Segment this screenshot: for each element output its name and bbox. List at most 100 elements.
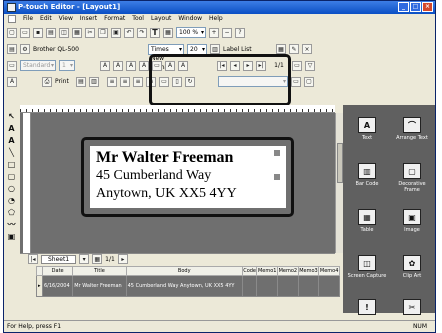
layout-frame-icon[interactable]: ▢ xyxy=(304,76,314,87)
database-icon[interactable]: ▦ xyxy=(72,27,82,38)
table-row[interactable]: ▸ 6/16/2004 Mr Walter Freeman 45 Cumberl… xyxy=(36,275,340,297)
database-edit-icon[interactable]: ✎ xyxy=(289,44,299,54)
arrow-tool-icon[interactable]: ↖ xyxy=(6,111,17,121)
select-icon[interactable]: A xyxy=(7,76,17,87)
menu-window[interactable]: Window xyxy=(178,14,202,24)
panel-screen-capture[interactable]: ◫ Screen Capture xyxy=(346,251,388,295)
panel-text[interactable]: A Text xyxy=(346,113,388,157)
title-cell[interactable]: Mr Walter Freeman xyxy=(72,275,127,297)
panel-arrange-text[interactable]: ⌒ Arrange Text xyxy=(391,113,433,157)
print-settings-icon[interactable]: ▥ xyxy=(89,76,99,87)
sheet-menu-icon[interactable]: ▾ xyxy=(79,254,90,264)
sheet-grid-icon[interactable]: ▦ xyxy=(92,254,103,264)
preview-icon[interactable]: ◫ xyxy=(59,27,69,38)
panel-table[interactable]: ▦ Table xyxy=(346,205,388,249)
underline-a-icon[interactable]: A xyxy=(126,60,136,71)
print-options-icon[interactable]: ▤ xyxy=(76,76,86,87)
column-header[interactable]: Date xyxy=(41,266,74,276)
panel-more[interactable]: ✂ xyxy=(391,295,433,315)
polygon-tool-icon[interactable]: ⬠ xyxy=(6,207,17,217)
line-tool-icon[interactable]: ╲ xyxy=(6,147,17,157)
column-header[interactable]: Memo3 xyxy=(297,266,320,276)
undo-icon[interactable]: ↶ xyxy=(124,27,134,38)
date-cell[interactable]: 6/16/2004 xyxy=(41,275,74,297)
menu-insert[interactable]: Insert xyxy=(80,14,97,24)
database-close-icon[interactable]: × xyxy=(302,44,312,54)
panel-clip-art[interactable]: ✿ Clip Art xyxy=(391,251,433,295)
text-tool-icon[interactable]: A xyxy=(6,123,17,133)
database-connect-icon[interactable]: ▦ xyxy=(276,44,286,54)
panel-decorative-frame[interactable]: ▢ Decorative Frame xyxy=(391,159,433,203)
vertical-scrollbar[interactable] xyxy=(335,113,343,253)
column-header[interactable]: Title xyxy=(72,266,127,276)
ellipse-tool-icon[interactable]: ○ xyxy=(6,183,17,193)
help-icon[interactable]: ? xyxy=(235,27,245,38)
code-cell[interactable] xyxy=(241,275,258,297)
redo-icon[interactable]: ↷ xyxy=(137,27,147,38)
cut-icon[interactable]: ✂ xyxy=(85,27,95,38)
copy-icon[interactable]: ❐ xyxy=(98,27,108,38)
print-preview-icon[interactable]: ⎙ xyxy=(42,76,52,87)
first-sheet-icon[interactable]: |◂ xyxy=(28,254,38,264)
rectangle-tool-icon[interactable]: □ xyxy=(6,159,17,169)
save-icon[interactable]: ▪ xyxy=(33,27,43,38)
arc-tool-icon[interactable]: ◔ xyxy=(6,195,17,205)
menu-layout[interactable]: Layout xyxy=(151,14,171,24)
memo1-cell[interactable] xyxy=(256,275,279,297)
open-icon[interactable]: ▭ xyxy=(20,27,30,38)
panel-image[interactable]: ▣ Image xyxy=(391,205,433,249)
next-sheet-icon[interactable]: ▸ xyxy=(117,254,128,264)
label-list-icon[interactable]: ▥ xyxy=(210,44,220,54)
print-button[interactable]: Print xyxy=(55,78,73,85)
new-icon[interactable]: ▢ xyxy=(7,27,17,38)
zoom-in-icon[interactable]: + xyxy=(209,27,219,38)
layout-icon[interactable]: ▭ xyxy=(291,76,301,87)
font-size-select[interactable]: 20 xyxy=(187,43,207,55)
label-list-label[interactable]: Label List xyxy=(223,46,273,53)
frame-tool-icon[interactable]: ▣ xyxy=(6,231,17,241)
table-icon[interactable]: ▦ xyxy=(163,27,173,38)
menu-view[interactable]: View xyxy=(59,14,73,24)
paste-icon[interactable]: ▣ xyxy=(111,27,121,38)
paper-select[interactable]: Standard xyxy=(20,60,56,71)
panel-bar-code[interactable]: ▥ Bar Code xyxy=(346,159,388,203)
maximize-button[interactable]: □ xyxy=(410,2,421,12)
align-center-icon[interactable]: ≡ xyxy=(120,76,130,87)
column-header[interactable]: Memo1 xyxy=(256,266,279,276)
zoom-out-icon[interactable]: − xyxy=(222,27,232,38)
font-name-select[interactable]: Times New Roman xyxy=(148,43,184,71)
menu-file[interactable]: File xyxy=(23,14,33,24)
print-icon[interactable]: ▤ xyxy=(46,27,56,38)
close-button[interactable]: × xyxy=(422,2,433,12)
document-icon[interactable] xyxy=(8,15,16,23)
vertical-text-tool-icon[interactable]: A xyxy=(6,135,17,145)
record-search-icon[interactable]: ▭ xyxy=(292,60,302,71)
minimize-button[interactable]: _ xyxy=(398,2,409,12)
menu-format[interactable]: Format xyxy=(104,14,125,24)
rounded-rectangle-tool-icon[interactable]: ▢ xyxy=(6,171,17,181)
column-header[interactable]: Code xyxy=(241,266,258,276)
italic-a-icon[interactable]: A xyxy=(113,60,123,71)
curve-tool-icon[interactable]: 〰 xyxy=(6,219,17,229)
menu-edit[interactable]: Edit xyxy=(40,14,52,24)
menu-help[interactable]: Help xyxy=(209,14,223,24)
panel-symbol[interactable]: ! xyxy=(346,295,388,315)
printer-setup-icon[interactable]: ⚙ xyxy=(20,44,30,54)
align-right-icon[interactable]: ≡ xyxy=(133,76,143,87)
align-left-icon[interactable]: ≡ xyxy=(107,76,117,87)
column-header[interactable]: Memo2 xyxy=(277,266,299,276)
column-header[interactable]: Memo4 xyxy=(318,266,340,276)
bold-a-icon[interactable]: A xyxy=(100,60,110,71)
filter-icon[interactable]: ▽ xyxy=(305,60,315,71)
memo4-cell[interactable] xyxy=(318,275,340,297)
menu-tool[interactable]: Tool xyxy=(132,14,144,24)
sheet-tab[interactable]: Sheet1 xyxy=(41,254,77,264)
outline-a-icon[interactable]: A xyxy=(139,60,149,71)
zoom-select[interactable]: 100 % xyxy=(176,27,206,38)
memo3-cell[interactable] xyxy=(297,275,320,297)
text-tool-icon[interactable]: T xyxy=(150,27,160,38)
body-cell[interactable]: 45 Cumberland Way Anytown, UK XX5 4YY xyxy=(125,275,243,297)
column-header[interactable]: Body xyxy=(125,266,243,276)
memo2-cell[interactable] xyxy=(277,275,299,297)
copies-select[interactable]: 1 xyxy=(59,60,75,71)
